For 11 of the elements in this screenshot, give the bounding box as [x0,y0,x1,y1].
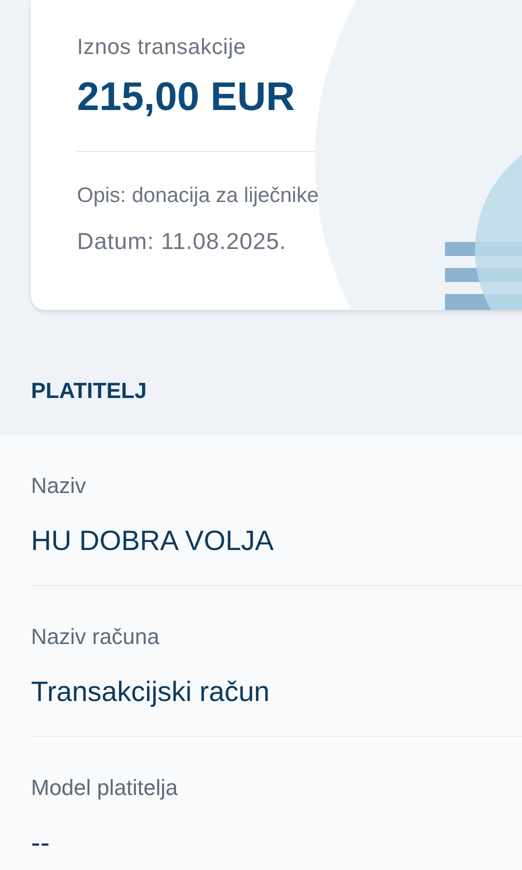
amount: 215,00 EUR [77,74,296,121]
amount-label: Iznos transakcije [77,33,247,61]
field-label: Naziv računa [31,623,160,651]
field-value: -- [31,826,51,860]
field-value: HU DOBRA VOLJA [31,524,275,558]
field-label: Naziv [31,472,88,500]
section-title: PLATITELJ [31,377,147,405]
date: Datum: 11.08.2025. [77,226,288,256]
field-label: Model platitelja [31,774,179,802]
description: Opis: donacija za liječnike [77,183,320,209]
field-value: Transakcijski račun [31,675,271,709]
